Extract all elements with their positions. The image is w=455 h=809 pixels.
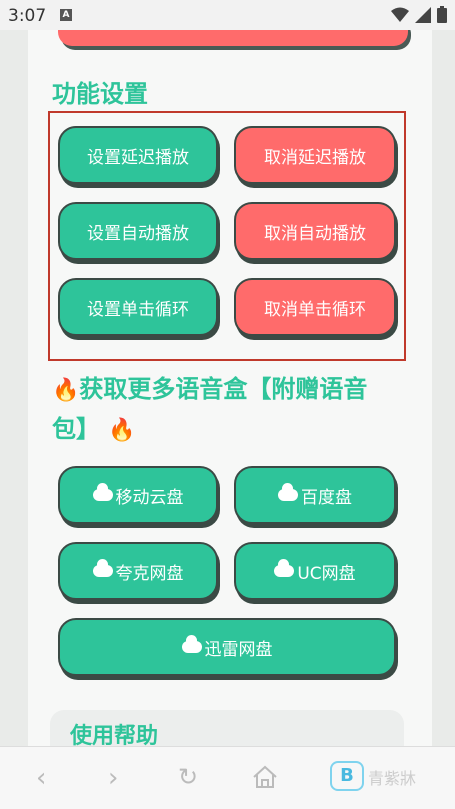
quark-pan-label: 夸克网盘 <box>115 563 184 584</box>
cloud-icon <box>92 559 113 577</box>
cloud-icon <box>278 483 298 501</box>
xunlei-pan-label: 迅雷网盘 <box>204 639 273 660</box>
app-logo-icon[interactable]: B <box>330 761 364 791</box>
promo-text-line1: 获取更多语音盒【附赠语音 <box>79 375 368 403</box>
quark-pan-button[interactable]: 夸克网盘 <box>58 542 218 600</box>
set-delay-play-button[interactable]: 设置延迟播放 <box>58 126 218 184</box>
browser-nav-bar: ‹ › ↻ B 青紫牀 <box>0 746 455 809</box>
signal-icon <box>415 6 431 23</box>
promo-heading: 🔥获取更多语音盒【附赠语音 包】 🔥 <box>52 370 412 450</box>
mobile-cloud-button[interactable]: 移动云盘 <box>58 466 218 524</box>
notification-icon: A <box>60 9 72 21</box>
section-title-settings: 功能设置 <box>52 80 148 108</box>
forward-icon[interactable]: › <box>108 763 118 793</box>
cancel-delay-play-button[interactable]: 取消延迟播放 <box>234 126 396 184</box>
set-click-loop-button[interactable]: 设置单击循环 <box>58 278 218 336</box>
back-icon[interactable]: ‹ <box>36 763 46 793</box>
battery-icon <box>437 6 447 23</box>
xunlei-pan-button[interactable]: 迅雷网盘 <box>58 618 396 676</box>
fire-icon: 🔥 <box>52 378 80 403</box>
baidu-pan-button[interactable]: 百度盘 <box>234 466 396 524</box>
status-time: 3:07 <box>8 6 47 26</box>
wifi-icon <box>391 7 409 22</box>
help-title: 使用帮助 <box>70 724 159 746</box>
help-card: 使用帮助 <box>50 710 404 746</box>
promo-text-line2: 包】 <box>52 415 100 443</box>
home-icon[interactable] <box>252 765 278 789</box>
uc-pan-label: UC网盘 <box>297 563 356 584</box>
app-logo-text: 青紫牀 <box>368 769 417 788</box>
mobile-cloud-label: 移动云盘 <box>115 487 184 508</box>
fire-icon: 🔥 <box>108 418 136 443</box>
set-auto-play-button[interactable]: 设置自动播放 <box>58 202 218 260</box>
cancel-auto-play-button[interactable]: 取消自动播放 <box>234 202 396 260</box>
cloud-icon <box>92 483 113 501</box>
page-content: 功能设置 设置延迟播放 取消延迟播放 设置自动播放 取消自动播放 设置单击循环 … <box>28 30 432 746</box>
status-bar: 3:07 A <box>0 0 455 30</box>
top-red-button[interactable] <box>58 30 408 46</box>
cloud-icon <box>274 559 295 577</box>
baidu-pan-label: 百度盘 <box>301 487 352 508</box>
status-icons <box>391 6 447 23</box>
cancel-click-loop-button[interactable]: 取消单击循环 <box>234 278 396 336</box>
refresh-icon[interactable]: ↻ <box>178 763 198 791</box>
uc-pan-button[interactable]: UC网盘 <box>234 542 396 600</box>
cloud-icon <box>181 635 202 653</box>
